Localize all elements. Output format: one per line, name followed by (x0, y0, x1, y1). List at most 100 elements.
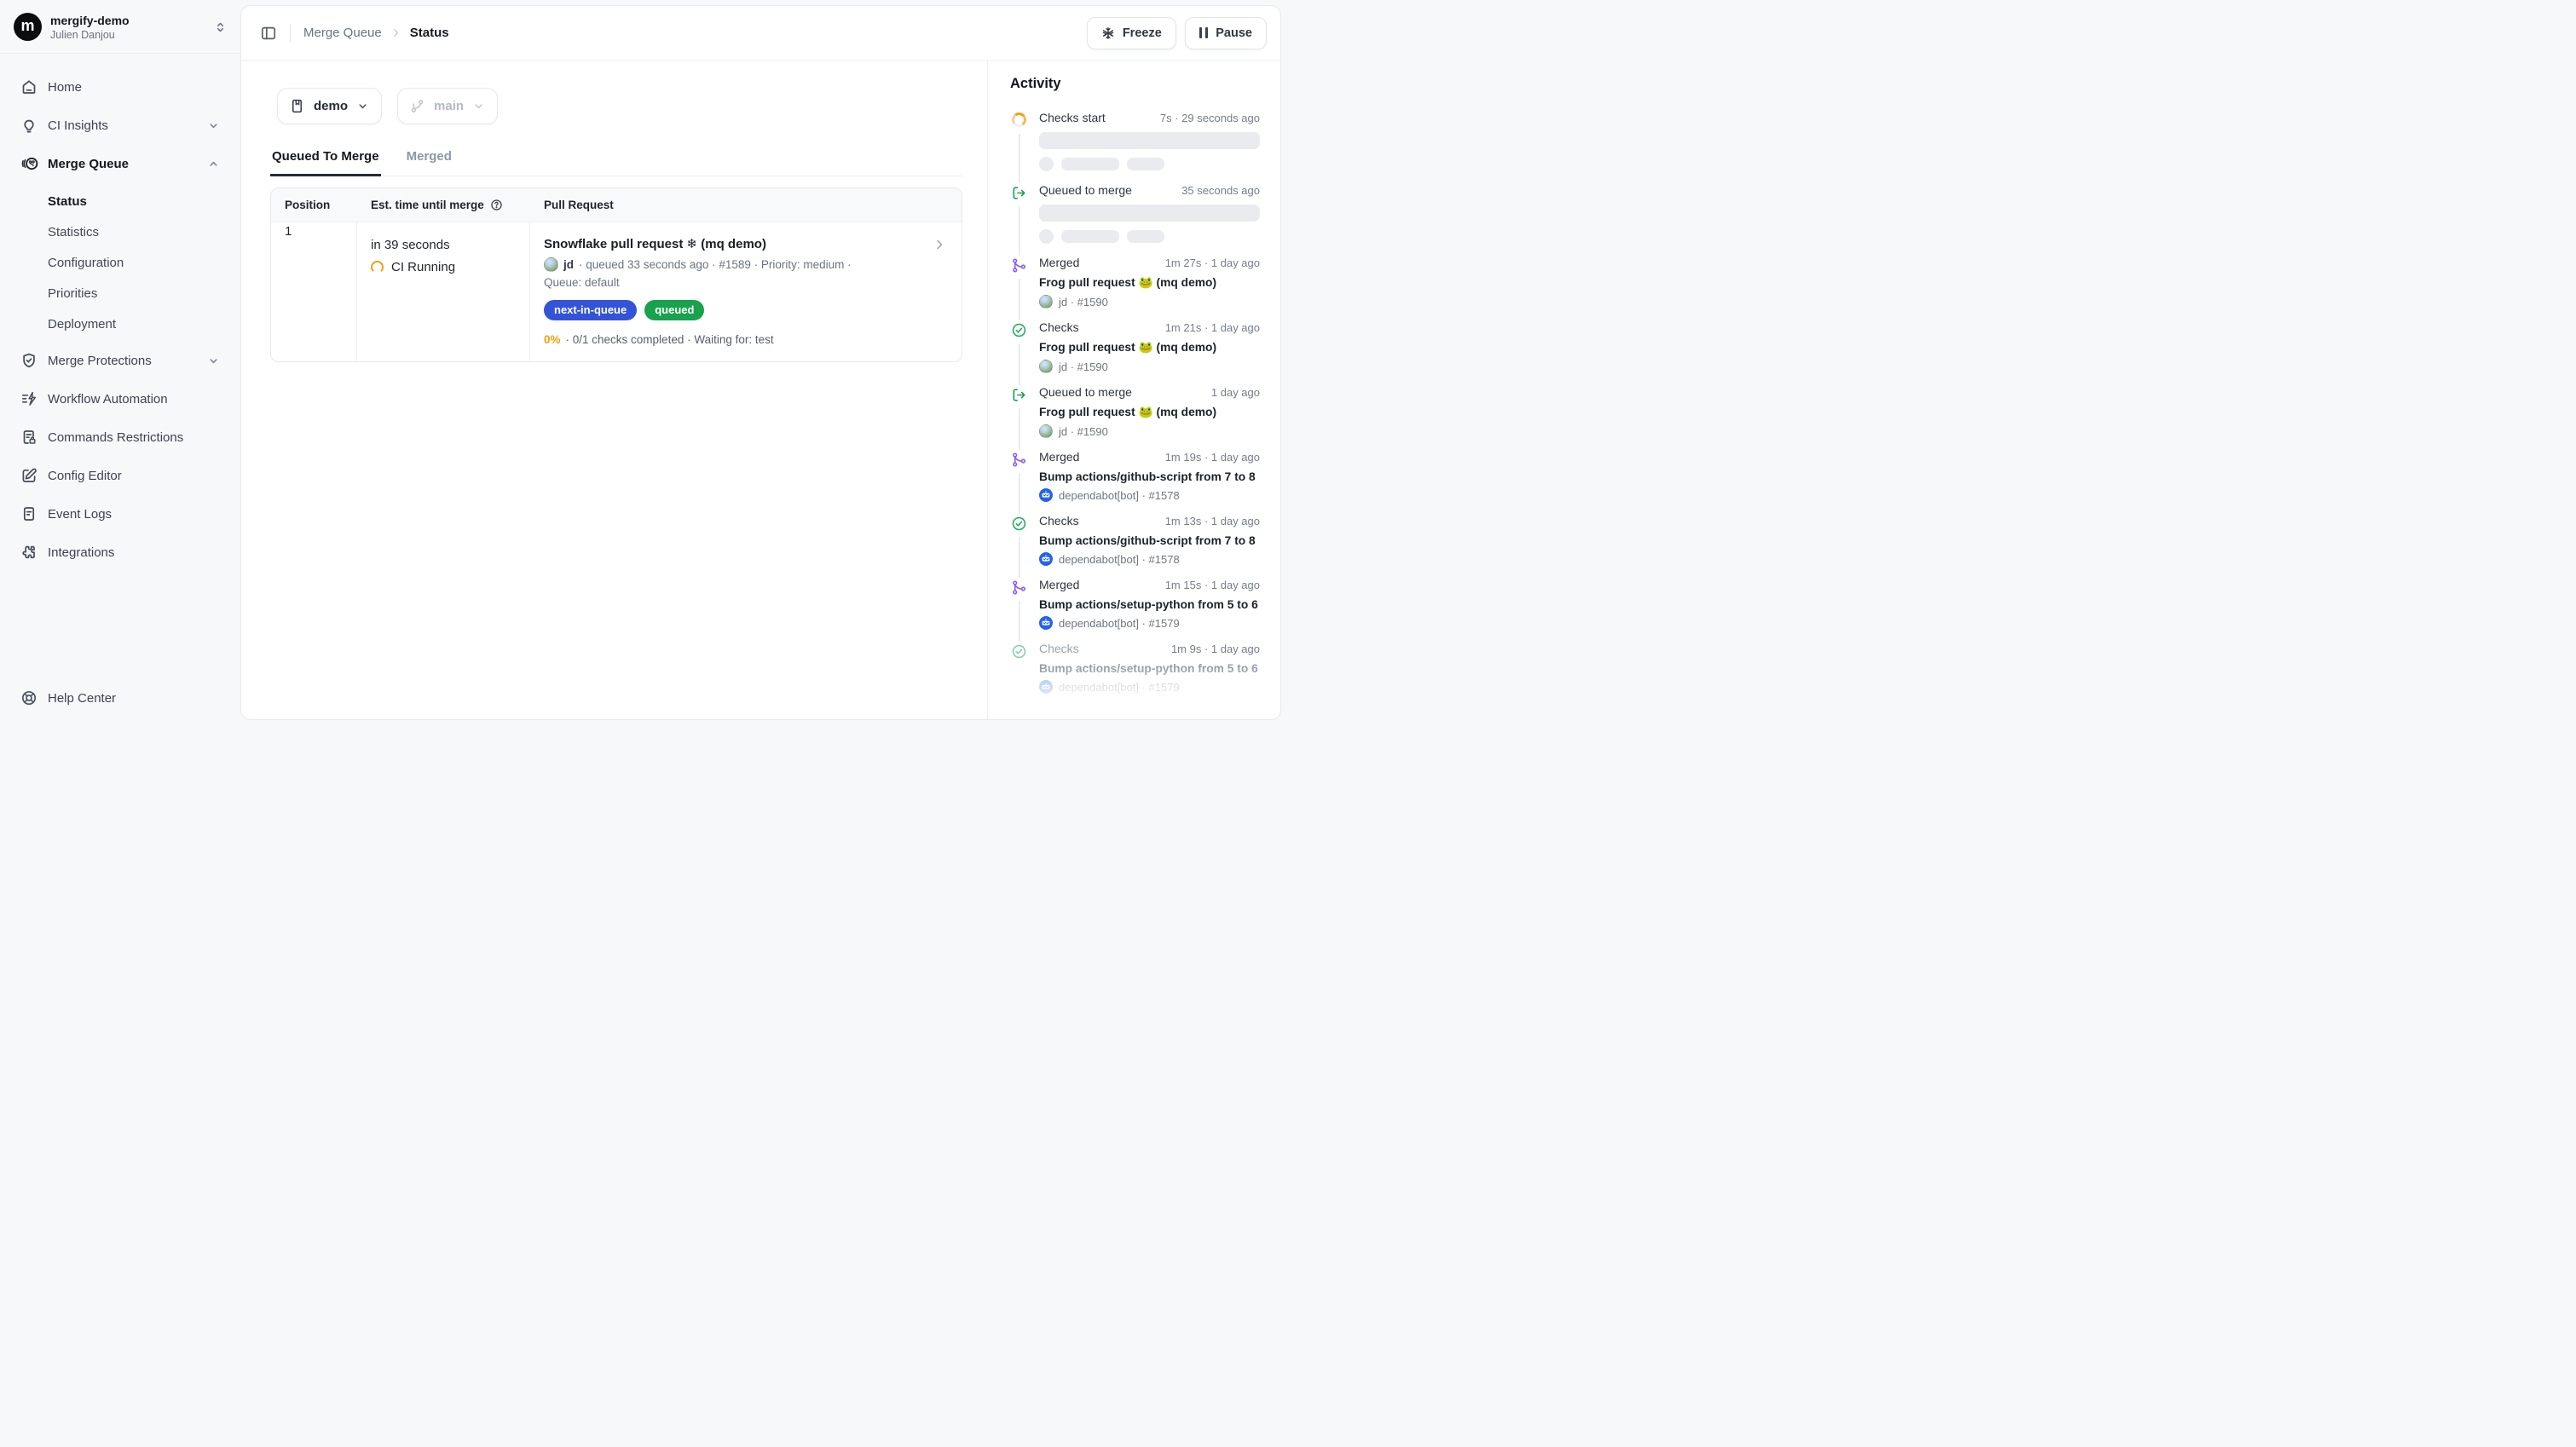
pr-meta-text: · queued 33 seconds ago · #1589 · Priori… (579, 258, 852, 271)
ci-status-label: CI Running (391, 260, 455, 274)
chevron-down-icon (356, 100, 369, 112)
mergify-logo: m (14, 13, 42, 41)
sidebar-subitem-priorities[interactable]: Priorities (14, 281, 227, 306)
sidebar-item-merge-protections[interactable]: Merge Protections (14, 346, 227, 375)
activity-timeline: Checks start 7s · 29 seconds ago (1010, 111, 1260, 694)
activity-item-title: Merged (1039, 578, 1079, 591)
sidebar-item-commands-restrictions[interactable]: Commands Restrictions (14, 423, 227, 452)
activity-item-title: Queued to merge (1039, 183, 1132, 197)
activity-pr-link[interactable]: Bump actions/github-script from 7 to 8 (1039, 534, 1260, 547)
avatar (1039, 360, 1053, 373)
activity-pr-link[interactable]: Bump actions/github-script from 7 to 8 (1039, 470, 1260, 483)
activity-item-time: 1 day ago (1211, 386, 1260, 399)
sidebar-item-config-editor[interactable]: Config Editor (14, 461, 227, 490)
activity-byline: dependabot[bot] · #1579 (1039, 616, 1260, 630)
activity-item-time: 1m 19s · 1 day ago (1165, 451, 1260, 464)
activity-byline-text: dependabot[bot] · #1579 (1059, 681, 1180, 694)
row-position: 1 (271, 222, 357, 361)
activity-byline: dependabot[bot] · #1578 (1039, 552, 1260, 566)
progress-percent: 0% (544, 333, 561, 346)
activity-byline-text: jd · #1590 (1059, 425, 1108, 438)
chevron-down-icon (207, 119, 220, 132)
sidebar-item-merge-queue[interactable]: Merge Queue (14, 149, 227, 178)
activity-byline: dependabot[bot] · #1579 (1039, 680, 1260, 694)
skeleton-row (1039, 229, 1260, 244)
avatar (1039, 295, 1053, 308)
activity-pr-link[interactable]: Bump actions/setup-python from 5 to 6 (1039, 662, 1260, 675)
help-circle-icon[interactable] (490, 199, 503, 211)
workflow-automation-icon (20, 390, 38, 407)
check-circle-icon (1010, 642, 1028, 665)
checks-summary: · 0/1 checks completed · Waiting for: te… (566, 333, 774, 346)
sidebar-subitem-deployment[interactable]: Deployment (14, 312, 227, 337)
activity-pr-link[interactable]: Bump actions/setup-python from 5 to 6 (1039, 598, 1260, 611)
activity-item: Queued to merge 35 seconds ago (1010, 183, 1260, 244)
sidebar: m mergify-demo Julien Danjou Home CI Ins (0, 0, 240, 724)
chevron-right-icon (390, 27, 401, 38)
sidebar-item-label: Workflow Automation (48, 392, 168, 406)
queued-to-merge-icon (1010, 385, 1028, 408)
skeleton-row (1039, 157, 1260, 171)
activity-item-time: 7s · 29 seconds ago (1160, 112, 1260, 124)
git-merge-icon (1010, 578, 1028, 601)
activity-pr-link[interactable]: Frog pull request 🐸 (mq demo) (1039, 341, 1260, 355)
sidebar-item-label: Config Editor (48, 469, 122, 483)
sidebar-item-home[interactable]: Home (14, 72, 227, 101)
tab-queued-to-merge[interactable]: Queued To Merge (270, 147, 381, 176)
sidebar-toggle-button[interactable] (260, 25, 277, 42)
snowflake-icon (1101, 26, 1115, 40)
workspace-selector[interactable]: m mergify-demo Julien Danjou (0, 0, 240, 54)
sidebar-item-ci-insights[interactable]: CI Insights (14, 111, 227, 140)
activity-pr-link[interactable]: Frog pull request 🐸 (mq demo) (1039, 406, 1260, 419)
column-position: Position (271, 188, 357, 222)
chevron-right-icon[interactable] (926, 236, 948, 251)
sidebar-item-label: Merge Protections (48, 354, 152, 368)
activity-byline-text: jd · #1590 (1059, 296, 1108, 308)
activity-pr-link[interactable]: Frog pull request 🐸 (mq demo) (1039, 276, 1260, 290)
sidebar-subitem-statistics[interactable]: Statistics (14, 220, 227, 245)
pr-title[interactable]: Snowflake pull request ❄ (mq demo) (544, 236, 766, 251)
activity-item-title: Checks start (1039, 111, 1106, 124)
branch-value: main (434, 99, 464, 113)
activity-byline-text: dependabot[bot] · #1578 (1059, 553, 1180, 566)
mergify-dashboard: m mergify-demo Julien Danjou Home CI Ins (0, 0, 1288, 724)
freeze-button[interactable]: Freeze (1087, 17, 1176, 49)
table-row[interactable]: 1 in 39 seconds CI Running Snowflake pul… (271, 222, 962, 361)
sidebar-item-event-logs[interactable]: Event Logs (14, 499, 227, 528)
skeleton-bar (1039, 132, 1260, 149)
sidebar-item-label: Home (48, 80, 82, 95)
activity-item-time: 1m 9s · 1 day ago (1171, 643, 1260, 655)
sidebar-item-workflow-automation[interactable]: Workflow Automation (14, 384, 227, 413)
lifebuoy-icon (20, 689, 38, 706)
dependabot-avatar (1039, 680, 1053, 694)
queue-main: demo main (241, 61, 987, 719)
activity-byline: jd · #1590 (1039, 360, 1260, 373)
pause-button[interactable]: Pause (1185, 17, 1267, 49)
help-center-link[interactable]: Help Center (20, 689, 116, 706)
home-icon (20, 78, 38, 95)
repository-select[interactable]: demo (277, 88, 382, 124)
skeleton-bar (1039, 205, 1260, 222)
dependabot-avatar (1039, 552, 1053, 566)
sidebar-subitem-status[interactable]: Status (14, 189, 227, 214)
main-card: Merge Queue Status Freeze Pause (240, 5, 1281, 720)
activity-item: Merged 1m 27s · 1 day ago Frog pull requ… (1010, 256, 1260, 308)
breadcrumb: Merge Queue Status (303, 26, 449, 40)
avatar (1039, 424, 1053, 438)
branch-select[interactable]: main (397, 88, 498, 124)
chevron-down-icon (472, 100, 485, 112)
shield-check-icon (20, 352, 38, 369)
tab-merged[interactable]: Merged (405, 147, 453, 176)
breadcrumb-merge-queue[interactable]: Merge Queue (303, 26, 382, 40)
sidebar-item-integrations[interactable]: Integrations (14, 538, 227, 567)
document-lock-icon (20, 429, 38, 446)
activity-item: Merged 1m 19s · 1 day ago Bump actions/g… (1010, 450, 1260, 502)
merge-queue-submenu: Status Statistics Configuration Prioriti… (14, 187, 227, 346)
dependabot-avatar (1039, 488, 1053, 502)
activity-byline: jd · #1590 (1039, 295, 1260, 308)
column-eta: Est. time until merge (357, 188, 530, 222)
puzzle-icon (20, 544, 38, 561)
column-pull-request: Pull Request (530, 188, 962, 222)
sidebar-subitem-configuration[interactable]: Configuration (14, 251, 227, 275)
activity-item-time: 1m 21s · 1 day ago (1165, 321, 1260, 334)
